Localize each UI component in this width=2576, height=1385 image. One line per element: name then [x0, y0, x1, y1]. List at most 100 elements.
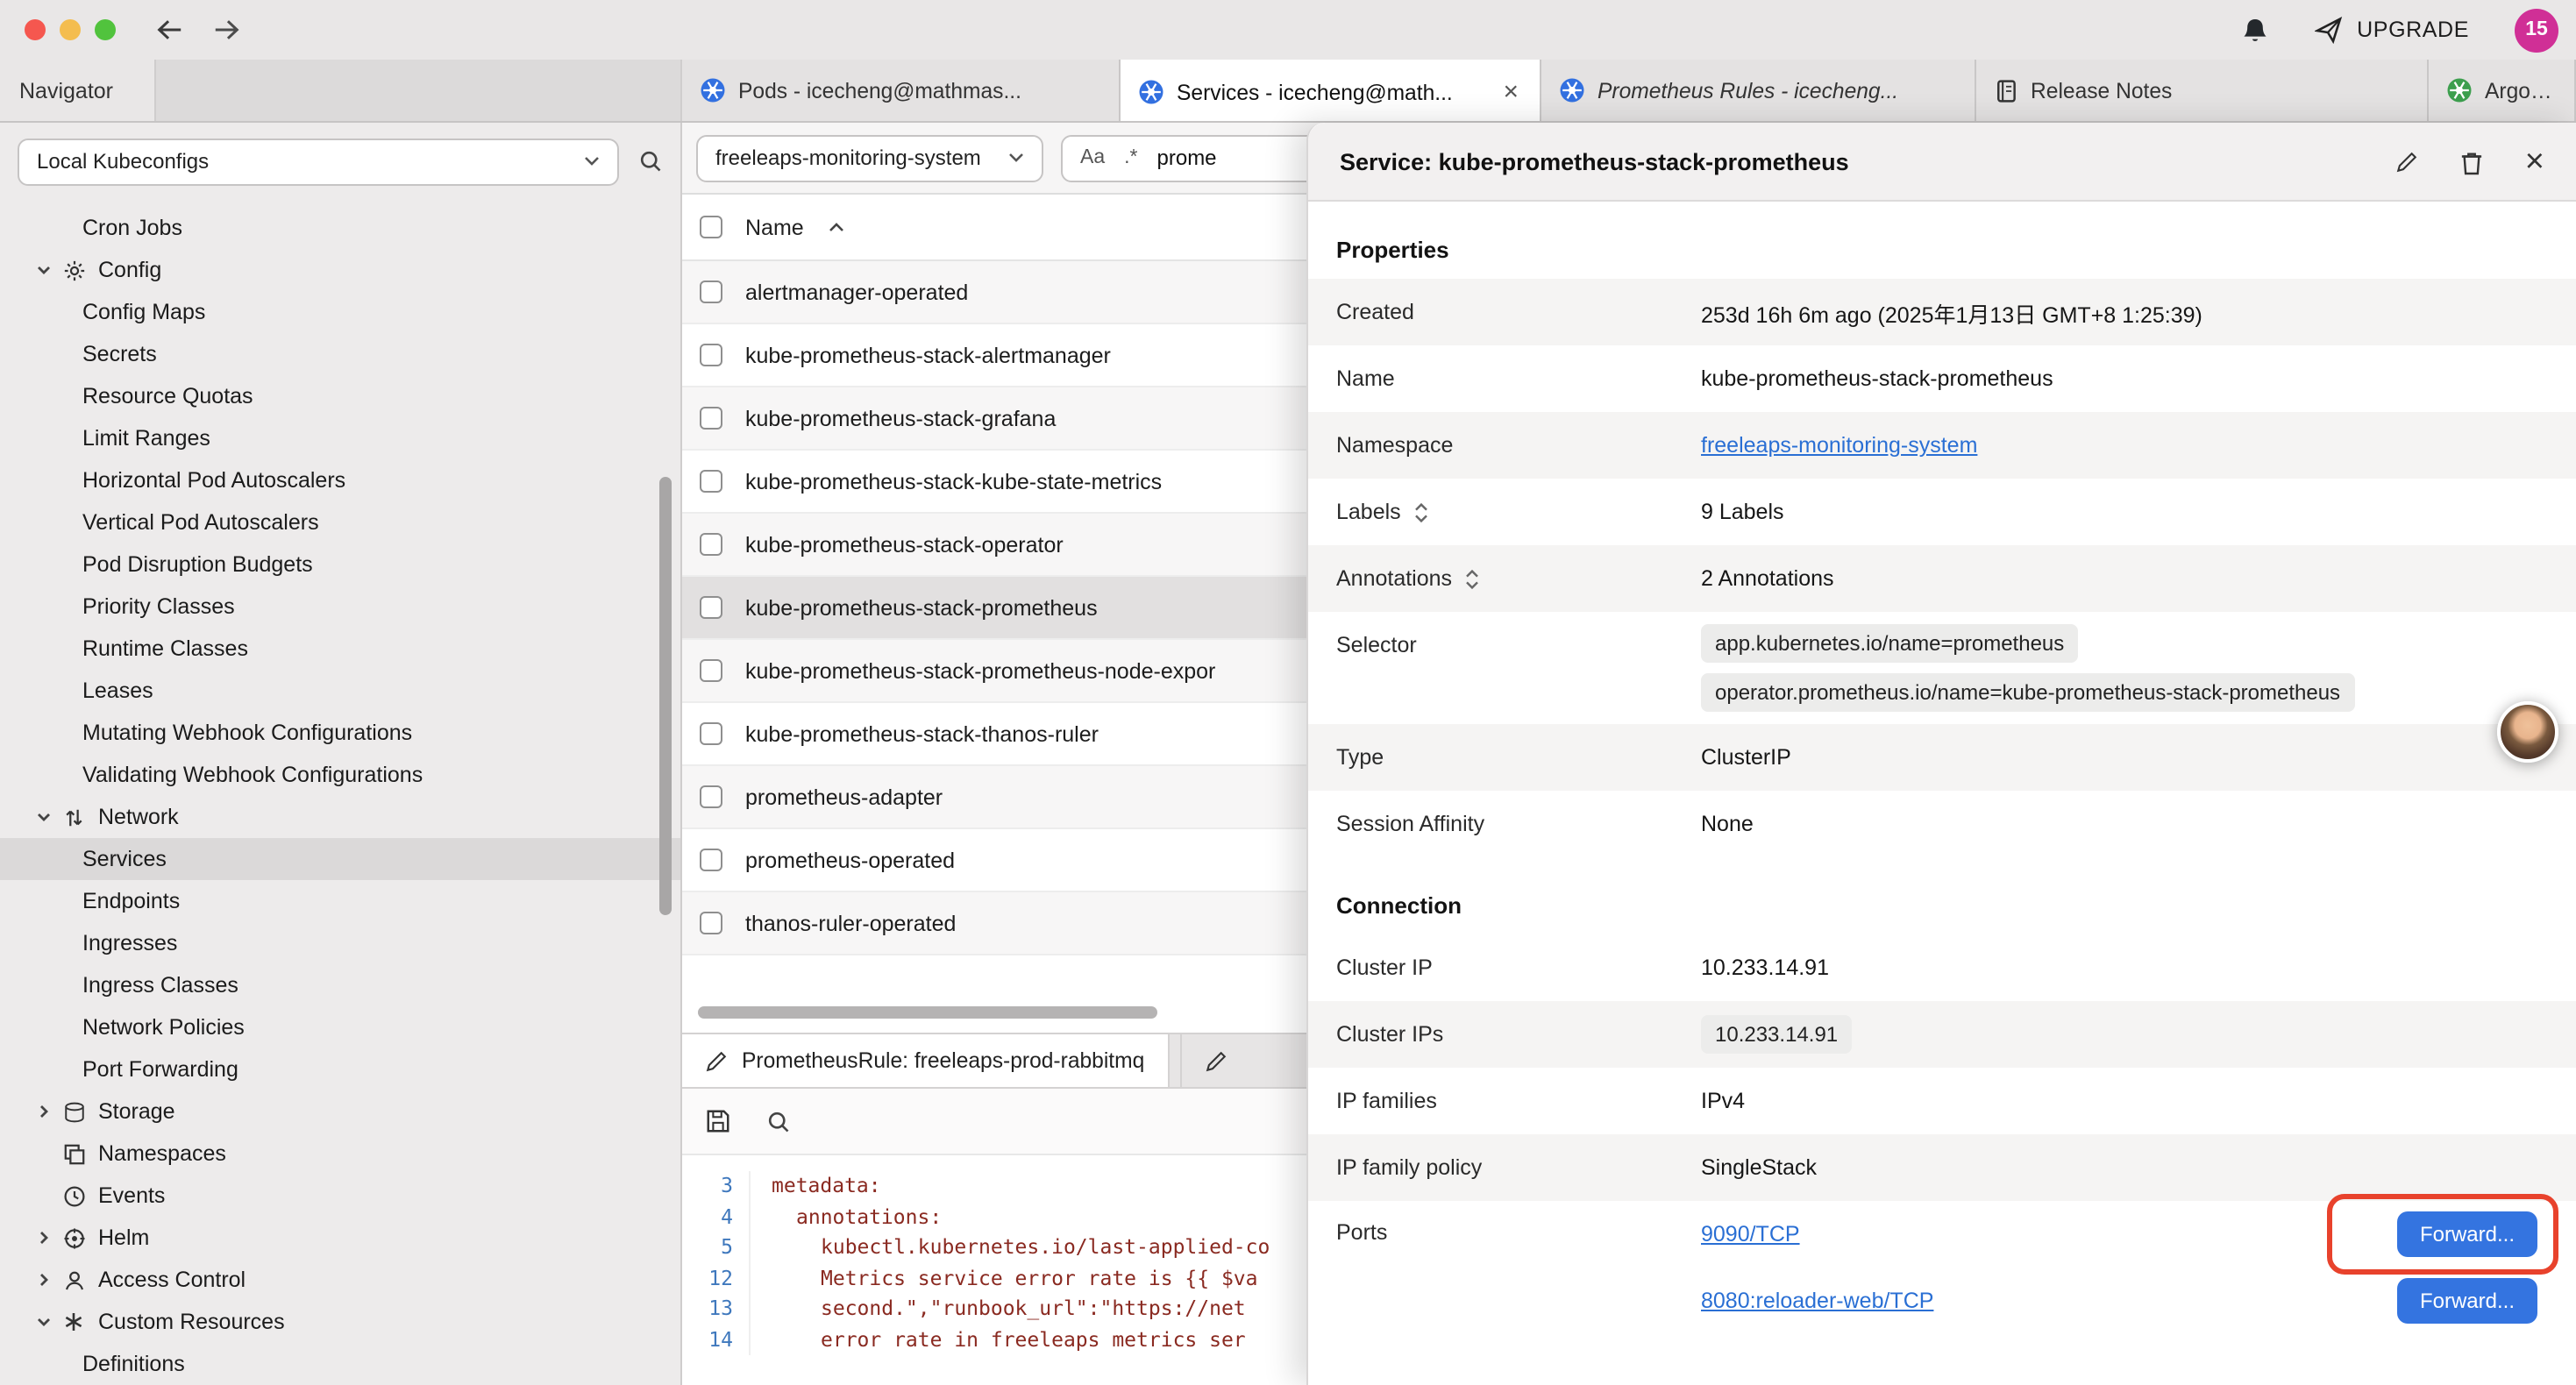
row-checkbox[interactable] — [700, 722, 722, 745]
name-column-header[interactable]: Name — [745, 215, 804, 239]
row-checkbox[interactable] — [700, 470, 722, 493]
edit-button[interactable] — [2395, 150, 2418, 173]
namespace-select[interactable]: freeleaps-monitoring-system — [696, 134, 1043, 181]
sidebar-item-port-forwarding[interactable]: Port Forwarding — [0, 1048, 680, 1090]
sidebar-item-namespaces[interactable]: Namespaces — [0, 1133, 680, 1175]
chevron-right-icon[interactable] — [35, 1229, 63, 1246]
sidebar-item-config-maps[interactable]: Config Maps — [0, 291, 680, 333]
sidebar-item-limit-ranges[interactable]: Limit Ranges — [0, 417, 680, 459]
property-label: Cluster IPs — [1336, 1022, 1701, 1047]
sidebar-scrollbar[interactable] — [659, 477, 672, 915]
ports-list: 9090/TCP Forward... 8080:reloader-web/TCP F… — [1701, 1201, 2548, 1334]
app-tab-pods[interactable]: Pods - icecheng@mathmas... — [682, 60, 1121, 121]
sidebar-item-validating-webhook-configurations[interactable]: Validating Webhook Configurations — [0, 754, 680, 796]
sidebar-item-runtime-classes[interactable]: Runtime Classes — [0, 628, 680, 670]
tab-close-icon[interactable]: × — [1499, 79, 1522, 105]
delete-button[interactable] — [2460, 148, 2483, 174]
editor-tab[interactable]: PrometheusRule: freeleaps-prod-rabbitmq — [682, 1034, 1169, 1087]
sidebar-item-label: Secrets — [82, 342, 157, 366]
sidebar-item-network-policies[interactable]: Network Policies — [0, 1006, 680, 1048]
row-checkbox[interactable] — [700, 659, 722, 682]
section-heading-connection: Connection — [1308, 857, 2576, 934]
chevron-right-icon[interactable] — [35, 1103, 63, 1120]
sidebar-item-cron-jobs[interactable]: Cron Jobs — [0, 207, 680, 249]
sidebar-item-definitions[interactable]: Definitions — [0, 1343, 680, 1385]
row-checkbox[interactable] — [700, 596, 722, 619]
avatar[interactable] — [2497, 701, 2558, 763]
sidebar-item-storage[interactable]: Storage — [0, 1090, 680, 1133]
row-checkbox[interactable] — [700, 281, 722, 303]
property-value: kube-prometheus-stack-prometheus — [1701, 366, 2548, 391]
match-case-toggle[interactable]: Aa — [1080, 147, 1105, 168]
chevron-down-icon[interactable] — [35, 808, 63, 826]
sidebar-item-vertical-pod-autoscalers[interactable]: Vertical Pod Autoscalers — [0, 501, 680, 543]
chevron-down-icon[interactable] — [35, 1313, 63, 1331]
row-checkbox[interactable] — [700, 407, 722, 430]
notification-badge[interactable]: 15 — [2515, 8, 2558, 52]
row-checkbox[interactable] — [700, 849, 722, 871]
sidebar-item-priority-classes[interactable]: Priority Classes — [0, 586, 680, 628]
navigator-region: Navigator — [0, 60, 682, 121]
sidebar-item-custom-resources[interactable]: Custom Resources — [0, 1301, 680, 1343]
app-tab-services[interactable]: Services - icecheng@math...× — [1121, 60, 1541, 121]
close-drawer-button[interactable]: × — [2525, 145, 2544, 178]
kubeconfig-select-value: Local Kubeconfigs — [37, 149, 209, 174]
section-rows: Created253d 16h 6m ago (2025年1月13日 GMT+8… — [1308, 279, 2576, 857]
sidebar-item-access-control[interactable]: Access Control — [0, 1259, 680, 1301]
sidebar-search-icon[interactable] — [638, 149, 663, 174]
close-window-button[interactable] — [25, 19, 46, 40]
row-checkbox[interactable] — [700, 533, 722, 556]
chevron-down-icon[interactable] — [35, 261, 63, 279]
sidebar-item-network[interactable]: Network — [0, 796, 680, 838]
maximize-window-button[interactable] — [95, 19, 116, 40]
sidebar-item-secrets[interactable]: Secrets — [0, 333, 680, 375]
regex-toggle[interactable]: .* — [1124, 147, 1137, 168]
sidebar-item-services[interactable]: Services — [0, 838, 680, 880]
editor-search-button[interactable] — [766, 1109, 791, 1133]
select-all-checkbox[interactable] — [700, 216, 722, 238]
sidebar-item-ingresses[interactable]: Ingresses — [0, 922, 680, 964]
sidebar-item-leases[interactable]: Leases — [0, 670, 680, 712]
app-tab-argo[interactable]: Argo Se — [2429, 60, 2576, 121]
navigator-label: Navigator — [19, 78, 113, 103]
notifications-bell-icon[interactable] — [2241, 15, 2269, 45]
sorter-icon[interactable] — [1413, 501, 1429, 523]
sidebar-item-events[interactable]: Events — [0, 1175, 680, 1217]
chevron-right-icon[interactable] — [35, 1271, 63, 1289]
upgrade-icon — [2315, 16, 2343, 44]
row-checkbox[interactable] — [700, 344, 722, 366]
forward-button[interactable]: Forward... — [2397, 1278, 2537, 1324]
row-checkbox[interactable] — [700, 912, 722, 934]
upgrade-button[interactable]: UPGRADE — [2315, 16, 2469, 44]
sidebar-item-helm[interactable]: Helm — [0, 1217, 680, 1259]
table-horizontal-scrollbar[interactable] — [698, 1006, 1157, 1019]
row-name: prometheus-operated — [745, 848, 955, 872]
panel-title: Service: kube-prometheus-stack-prometheu… — [1340, 148, 1849, 174]
sidebar-item-horizontal-pod-autoscalers[interactable]: Horizontal Pod Autoscalers — [0, 459, 680, 501]
app-tab-release[interactable]: Release Notes — [1976, 60, 2429, 121]
forward-button[interactable]: Forward... — [2397, 1211, 2537, 1257]
sidebar-item-resource-quotas[interactable]: Resource Quotas — [0, 375, 680, 417]
editor-tab[interactable] — [1179, 1034, 1309, 1087]
property-row-name: Namekube-prometheus-stack-prometheus — [1308, 345, 2576, 412]
namespace-link[interactable]: freeleaps-monitoring-system — [1701, 433, 1977, 458]
sidebar-item-label: Priority Classes — [82, 594, 235, 619]
port-link[interactable]: 9090/TCP — [1701, 1222, 1800, 1246]
kubeconfig-select[interactable]: Local Kubeconfigs — [18, 138, 619, 185]
forward-button[interactable] — [212, 18, 242, 42]
sorter-icon[interactable] — [1464, 567, 1480, 590]
sidebar-item-ingress-classes[interactable]: Ingress Classes — [0, 964, 680, 1006]
port-link[interactable]: 8080:reloader-web/TCP — [1701, 1289, 1933, 1313]
navigator-panel-tab[interactable]: Navigator — [0, 60, 156, 121]
sidebar-item-label: Services — [82, 847, 167, 871]
save-button[interactable] — [705, 1108, 731, 1134]
app-tab-prometheus[interactable]: Prometheus Rules - icecheng... — [1541, 60, 1976, 121]
sidebar-item-mutating-webhook-configurations[interactable]: Mutating Webhook Configurations — [0, 712, 680, 754]
sidebar-item-pod-disruption-budgets[interactable]: Pod Disruption Budgets — [0, 543, 680, 586]
sidebar-item-config[interactable]: Config — [0, 249, 680, 291]
row-checkbox[interactable] — [700, 785, 722, 808]
kubernetes-icon — [1559, 77, 1585, 103]
minimize-window-button[interactable] — [60, 19, 81, 40]
sidebar-item-endpoints[interactable]: Endpoints — [0, 880, 680, 922]
back-button[interactable] — [154, 18, 184, 42]
